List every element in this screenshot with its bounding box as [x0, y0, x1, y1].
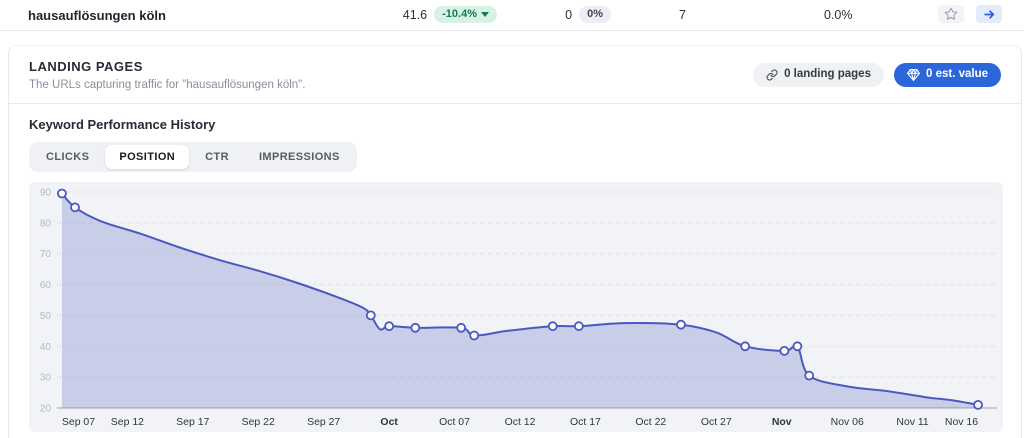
landing-pages-section: LANDING PAGES The URLs capturing traffic… [9, 46, 1021, 103]
x-tick-label: Oct 17 [570, 417, 601, 428]
tab-ctr[interactable]: CTR [191, 145, 243, 169]
landing-pages-subtitle: The URLs capturing traffic for "hausaufl… [29, 79, 306, 91]
star-icon [944, 7, 958, 20]
link-icon [766, 69, 778, 81]
position-change-badge[interactable]: -10.4% [434, 6, 497, 23]
x-tick-label: Nov 06 [831, 417, 864, 428]
data-point-marker[interactable] [469, 330, 480, 341]
tab-clicks[interactable]: CLICKS [32, 145, 103, 169]
data-point-marker[interactable] [57, 188, 67, 199]
arrow-right-icon [983, 9, 994, 19]
position-metric: 41.6 -10.4% [403, 6, 497, 23]
data-point-marker[interactable] [779, 345, 790, 356]
x-tick-label: Oct 07 [439, 417, 470, 428]
data-point-marker[interactable] [676, 319, 686, 330]
clicks-change-badge: 0% [579, 6, 611, 23]
open-keyword-button[interactable] [976, 5, 1002, 23]
performance-history-section: Keyword Performance History CLICKS POSITI… [9, 104, 1021, 438]
ctr-value: 0.0% [824, 8, 853, 22]
position-change-value: -10.4% [442, 8, 477, 20]
chart-canvas: 90 80 70 60 50 40 30 20 Sep 07 Sep 12 Sep 17 Sep 22… [40, 187, 998, 428]
y-tick-label: 50 [40, 311, 52, 322]
data-point-marker[interactable] [547, 321, 558, 332]
x-tick-label: Oct 27 [701, 417, 732, 428]
x-tick-label: Oct 22 [635, 417, 666, 428]
data-point-marker[interactable] [804, 370, 815, 381]
position-history-chart[interactable]: 90 80 70 60 50 40 30 20 Sep 07 Sep 12 Sep 17 Sep 22… [29, 182, 1003, 432]
tab-impressions[interactable]: IMPRESSIONS [245, 145, 354, 169]
data-point-marker[interactable] [365, 310, 376, 321]
data-point-marker[interactable] [456, 322, 467, 333]
x-tick-label: Nov [772, 417, 792, 428]
y-tick-label: 20 [40, 403, 52, 414]
clicks-metric: 0 0% [565, 6, 611, 23]
performance-history-title: Keyword Performance History [29, 117, 216, 132]
x-tick-label: Sep 22 [242, 417, 275, 428]
impressions-value: 7 [679, 8, 686, 22]
series-area-fill [61, 193, 979, 408]
caret-down-icon [481, 12, 489, 17]
est-value-label: 0 est. value [925, 68, 988, 81]
data-point-marker[interactable] [792, 341, 803, 352]
metric-tab-bar: CLICKS POSITION CTR IMPRESSIONS [29, 142, 357, 172]
data-point-marker[interactable] [410, 322, 421, 333]
y-tick-label: 30 [40, 373, 52, 384]
keyword-row: hausauflösungen köln 41.6 -10.4% 0 0% 7 … [0, 0, 1024, 31]
landing-pages-title: LANDING PAGES [29, 59, 143, 74]
data-point-marker[interactable] [740, 341, 751, 352]
landing-pages-header: LANDING PAGES The URLs capturing traffic… [29, 59, 305, 91]
tab-position[interactable]: POSITION [105, 145, 190, 169]
position-value: 41.6 [402, 7, 428, 22]
clicks-change-value: 0% [587, 8, 603, 20]
keyword-label[interactable]: hausauflösungen köln [28, 8, 166, 23]
est-value-button[interactable]: 0 est. value [893, 63, 1001, 87]
x-tick-label: Sep 17 [176, 417, 209, 428]
x-tick-label: Sep 12 [111, 417, 144, 428]
x-tick-label: Sep 07 [62, 417, 95, 428]
y-tick-label: 70 [40, 249, 52, 260]
x-tick-label: Nov 16 [945, 417, 978, 428]
landing-pages-count-label: 0 landing pages [784, 68, 871, 81]
data-point-marker[interactable] [70, 202, 80, 213]
data-point-marker[interactable] [973, 399, 983, 410]
landing-pages-count-button[interactable]: 0 landing pages [753, 63, 884, 87]
landing-pages-actions: 0 landing pages 0 est. value [753, 63, 1001, 87]
data-point-marker[interactable] [573, 321, 584, 332]
x-tick-label: Nov 11 [896, 417, 929, 428]
y-tick-label: 90 [40, 187, 52, 198]
x-tick-label: Oct 12 [505, 417, 536, 428]
gem-icon [906, 69, 920, 81]
data-point-marker[interactable] [384, 321, 395, 332]
y-tick-label: 60 [40, 280, 52, 291]
y-tick-label: 80 [40, 218, 52, 229]
y-tick-label: 40 [40, 342, 52, 353]
favorite-star-button[interactable] [938, 5, 964, 23]
x-tick-label: Sep 27 [307, 417, 340, 428]
clicks-value: 0 [565, 7, 573, 22]
keyword-detail-card: LANDING PAGES The URLs capturing traffic… [8, 45, 1022, 438]
x-tick-label: Oct [380, 417, 398, 428]
row-actions [938, 5, 1002, 23]
